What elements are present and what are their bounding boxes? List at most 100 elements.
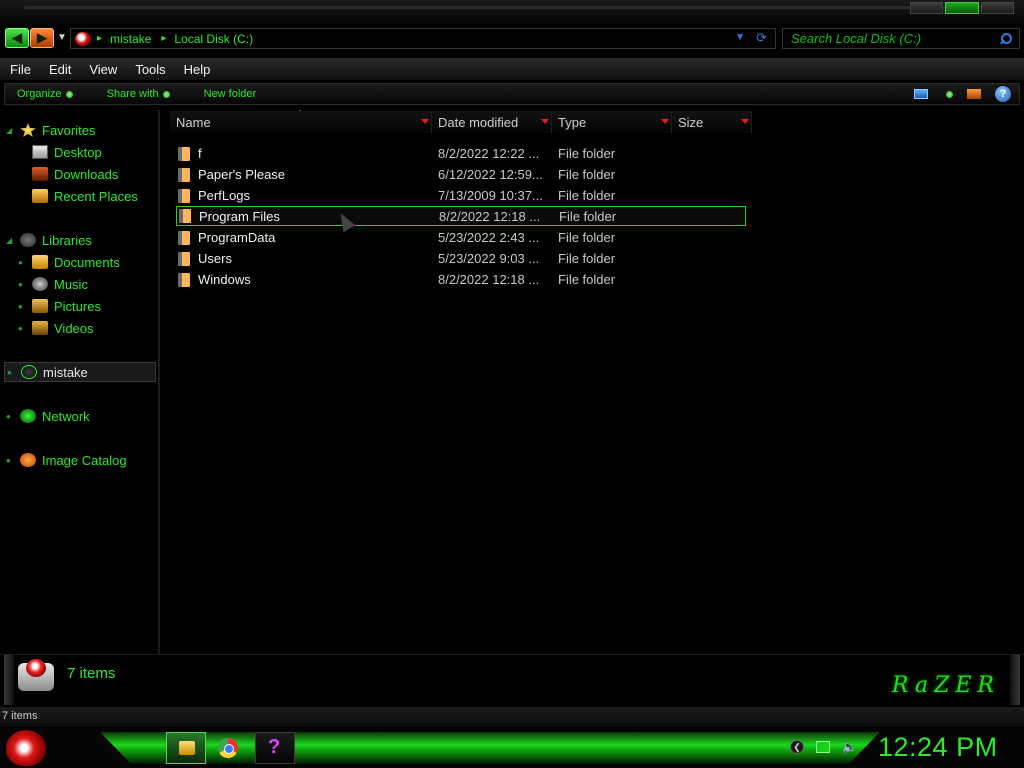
nav-label: Recent Places <box>54 188 138 204</box>
taskbar-explorer-button[interactable] <box>166 732 206 764</box>
column-filter-icon[interactable] <box>421 119 429 124</box>
expand-dot-icon[interactable]: ● <box>18 324 28 333</box>
nav-label: Network <box>42 408 90 424</box>
pane-splitter[interactable] <box>158 110 160 655</box>
file-type: File folder <box>559 208 617 224</box>
back-button[interactable]: ◀ <box>5 28 29 48</box>
show-hidden-icons-icon[interactable]: ❮ <box>790 740 804 754</box>
column-header-size[interactable]: Size <box>672 111 752 133</box>
menu-help[interactable]: Help <box>174 62 219 77</box>
navigation-pane: ◢ Favorites Desktop Downloads Recent Pla… <box>0 110 158 650</box>
column-filter-icon[interactable] <box>661 119 669 124</box>
breadcrumb-separator-icon[interactable]: ▸ <box>161 33 166 44</box>
expand-dot-icon[interactable]: ● <box>7 368 17 377</box>
refresh-icon[interactable]: ⟳ <box>756 30 767 46</box>
maximize-button[interactable] <box>945 2 979 14</box>
file-row[interactable]: Windows 8/2/2022 12:18 ... File folder <box>176 270 746 289</box>
nav-downloads[interactable]: Downloads <box>0 164 156 184</box>
column-label: Date modified <box>438 114 519 130</box>
column-header-type[interactable]: Type <box>552 111 672 133</box>
expand-arrow-icon[interactable]: ◢ <box>6 236 16 245</box>
new-folder-button[interactable]: New folder <box>204 88 257 100</box>
search-icon[interactable] <box>999 32 1013 46</box>
nav-image-catalog[interactable]: ● Image Catalog <box>0 450 156 470</box>
nav-network[interactable]: ● Network <box>0 406 156 426</box>
nav-videos[interactable]: ● Videos <box>0 318 156 338</box>
file-type: File folder <box>558 188 616 203</box>
nav-label: Downloads <box>54 166 119 182</box>
menu-file[interactable]: File <box>0 62 39 77</box>
file-row-selected[interactable]: Program Files 8/2/2022 12:18 ... File fo… <box>176 206 746 226</box>
breadcrumb-local-disk[interactable]: Local Disk (C:) <box>174 32 253 46</box>
file-name: Program Files <box>199 208 280 224</box>
network-status-icon[interactable] <box>816 741 830 753</box>
nav-libraries[interactable]: ◢ Libraries <box>0 230 156 250</box>
preview-pane-icon[interactable] <box>967 89 981 99</box>
razer-logo: RaZER <box>891 673 1000 698</box>
file-type: File folder <box>558 167 616 182</box>
explorer-folder-icon <box>179 741 195 755</box>
minimize-button[interactable] <box>910 2 944 14</box>
address-bar[interactable]: ▸ mistake ▸ Local Disk (C:) ▼ ⟳ <box>70 28 776 49</box>
file-name: Windows <box>198 272 251 287</box>
file-row[interactable]: ProgramData 5/23/2022 2:43 ... File fold… <box>176 228 746 247</box>
file-name: ProgramData <box>198 230 276 245</box>
menu-tools[interactable]: Tools <box>125 62 173 77</box>
network-icon <box>20 409 36 423</box>
organize-button[interactable]: Organize <box>17 88 73 100</box>
help-icon[interactable]: ? <box>995 86 1011 102</box>
column-filter-icon[interactable] <box>741 119 749 124</box>
file-row[interactable]: Paper's Please 6/12/2022 12:59... File f… <box>176 165 746 184</box>
expand-dot-icon[interactable]: ● <box>6 412 16 421</box>
folder-icon <box>178 251 190 266</box>
nav-recent-places[interactable]: Recent Places <box>0 186 156 206</box>
file-row[interactable]: Users 5/23/2022 9:03 ... File folder <box>176 249 746 268</box>
file-row[interactable]: f 8/2/2022 12:22 ... File folder <box>176 144 746 163</box>
file-name: PerfLogs <box>198 188 251 203</box>
file-date: 5/23/2022 2:43 ... <box>438 230 540 245</box>
share-with-label: Share with <box>106 88 159 100</box>
volume-icon[interactable]: 🔈 <box>842 741 857 753</box>
nav-pictures[interactable]: ● Pictures <box>0 296 156 316</box>
share-with-button[interactable]: Share with <box>107 88 170 100</box>
nav-label: Favorites <box>42 122 96 138</box>
new-folder-label: New folder <box>203 88 257 100</box>
close-button[interactable] <box>980 2 1014 14</box>
expand-dot-icon[interactable]: ● <box>18 280 28 289</box>
breadcrumb-user[interactable]: mistake <box>110 32 151 46</box>
address-dropdown-icon[interactable]: ▼ <box>735 32 745 43</box>
search-input[interactable]: Search Local Disk (C:) <box>782 28 1020 49</box>
recent-pages-dropdown[interactable]: ▼ <box>57 32 67 43</box>
column-header-date[interactable]: Date modified <box>432 111 552 133</box>
file-row[interactable]: PerfLogs 7/13/2009 10:37... File folder <box>176 186 746 205</box>
column-label: Size <box>678 114 704 130</box>
view-dropdown-dot-icon[interactable] <box>946 90 953 98</box>
change-view-icon[interactable] <box>914 89 928 99</box>
expand-dot-icon[interactable]: ● <box>6 456 16 465</box>
expand-dot-icon[interactable]: ● <box>18 258 28 267</box>
nav-favorites[interactable]: ◢ Favorites <box>0 120 156 140</box>
forward-arrow-icon: ▶ <box>37 30 47 45</box>
menu-view[interactable]: View <box>79 62 125 77</box>
pictures-icon <box>32 299 48 313</box>
expand-dot-icon[interactable]: ● <box>18 302 28 311</box>
nav-documents[interactable]: ● Documents <box>0 252 156 272</box>
chrome-icon[interactable] <box>218 738 238 758</box>
menu-edit[interactable]: Edit <box>39 62 79 77</box>
computer-icon <box>75 31 91 46</box>
nav-desktop[interactable]: Desktop <box>0 142 156 162</box>
nav-label: Pictures <box>54 298 101 314</box>
file-type: File folder <box>558 251 616 266</box>
status-bar: 7 items <box>0 707 1024 727</box>
nav-user-folder[interactable]: ● mistake <box>4 362 156 382</box>
taskbar-clock[interactable]: 12:24 PM <box>878 732 998 763</box>
column-filter-icon[interactable] <box>541 119 549 124</box>
column-header-name[interactable]: Name <box>170 111 432 133</box>
start-button-icon[interactable] <box>6 730 46 766</box>
forward-button[interactable]: ▶ <box>30 28 54 48</box>
taskbar-glow <box>100 732 880 764</box>
breadcrumb-separator-icon[interactable]: ▸ <box>97 33 102 44</box>
nav-label: Desktop <box>54 144 102 160</box>
nav-music[interactable]: ● Music <box>0 274 156 294</box>
expand-arrow-icon[interactable]: ◢ <box>6 126 16 135</box>
